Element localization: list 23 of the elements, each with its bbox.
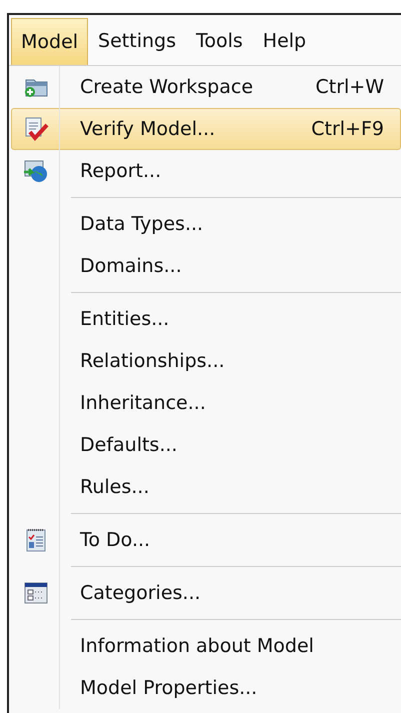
- menu-item[interactable]: Report...: [11, 150, 401, 192]
- menu-item[interactable]: Domains...: [11, 245, 401, 287]
- menu-bar-item[interactable]: Help: [252, 18, 316, 65]
- menu-item[interactable]: Inheritance...: [11, 382, 401, 424]
- menu-item[interactable]: Model Properties...: [11, 667, 401, 709]
- menu-item[interactable]: Verify Model... Ctrl+F9: [11, 108, 401, 150]
- menu-bar-item[interactable]: Settings: [88, 18, 186, 65]
- menu-item[interactable]: Create Workspace Ctrl+W: [11, 66, 401, 108]
- globe-report-icon: [22, 158, 50, 184]
- shortcut-label: Ctrl+F9: [311, 116, 385, 142]
- checklist-icon: [24, 527, 48, 553]
- menu-item[interactable]: Rules...: [11, 466, 401, 508]
- menu-item[interactable]: Entities...: [11, 298, 401, 340]
- menu-item[interactable]: Categories...: [11, 572, 401, 614]
- menu-bar-item[interactable]: Model: [11, 18, 88, 65]
- shortcut-label: Ctrl+W: [315, 74, 385, 100]
- menu-item[interactable]: Defaults...: [11, 424, 401, 466]
- menu-item[interactable]: Relationships...: [11, 340, 401, 382]
- menu-item[interactable]: Data Types...: [11, 203, 401, 245]
- menu-bar-item[interactable]: Tools: [186, 18, 253, 65]
- window-list-icon: [23, 580, 49, 606]
- menu-item[interactable]: To Do...: [11, 519, 401, 561]
- menu-item[interactable]: Information about Model: [11, 625, 401, 667]
